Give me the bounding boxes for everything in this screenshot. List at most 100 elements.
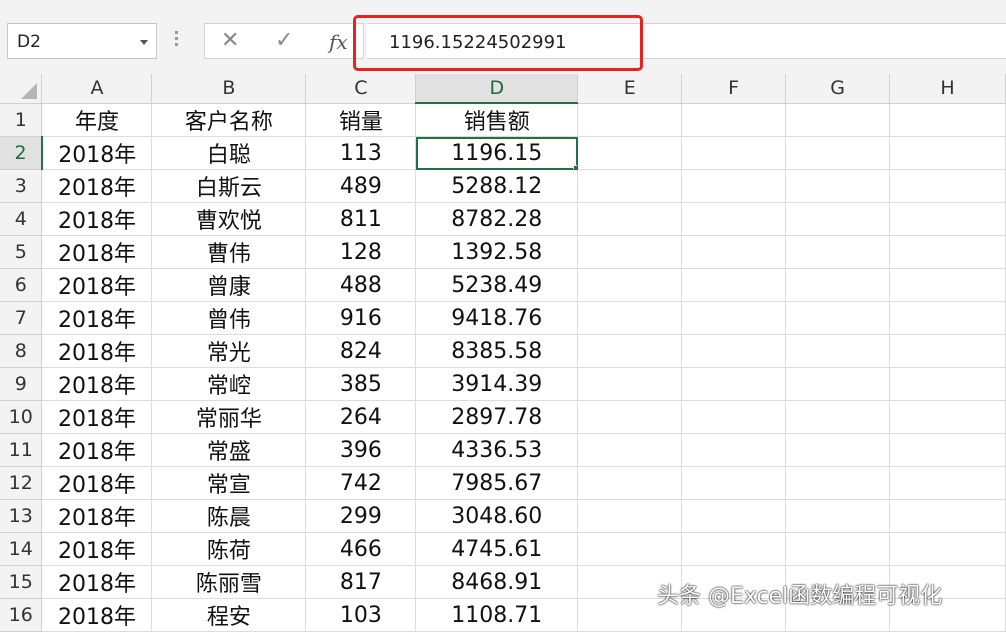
cell-g8[interactable]: [785, 334, 891, 368]
cell-h2[interactable]: [889, 136, 1006, 170]
cell-c5[interactable]: 128: [305, 235, 417, 269]
cell-c6[interactable]: 488: [305, 268, 417, 302]
row-header-9[interactable]: 9: [0, 367, 43, 401]
cell-b12[interactable]: 常宣: [151, 466, 307, 500]
row-header-7[interactable]: 7: [0, 301, 43, 335]
cell-f9[interactable]: [681, 367, 787, 401]
cell-b7[interactable]: 曾伟: [151, 301, 307, 335]
cell-d15[interactable]: 8468.91: [415, 565, 579, 599]
cell-b10[interactable]: 常丽华: [151, 400, 307, 434]
row-header-10[interactable]: 10: [0, 400, 43, 434]
cell-f7[interactable]: [681, 301, 787, 335]
drag-handle-icon[interactable]: [175, 28, 179, 54]
cell-f2[interactable]: [681, 136, 787, 170]
cell-b11[interactable]: 常盛: [151, 433, 307, 467]
cell-b8[interactable]: 常光: [151, 334, 307, 368]
cell-d2[interactable]: 1196.15: [415, 136, 579, 170]
check-icon[interactable]: ✓: [275, 28, 293, 53]
column-header-d[interactable]: D: [415, 74, 579, 104]
cell-c13[interactable]: 299: [305, 499, 417, 533]
row-header-13[interactable]: 13: [0, 499, 43, 533]
cell-a12[interactable]: 2018年: [41, 466, 153, 500]
cell-h12[interactable]: [889, 466, 1006, 500]
cell-c9[interactable]: 385: [305, 367, 417, 401]
cell-e10[interactable]: [577, 400, 683, 434]
cell-d16[interactable]: 1108.71: [415, 598, 579, 632]
cell-g6[interactable]: [785, 268, 891, 302]
row-header-3[interactable]: 3: [0, 169, 43, 203]
row-header-8[interactable]: 8: [0, 334, 43, 368]
cell-e14[interactable]: [577, 532, 683, 566]
cell-a6[interactable]: 2018年: [41, 268, 153, 302]
cell-a16[interactable]: 2018年: [41, 598, 153, 632]
cell-b2[interactable]: 白聪: [151, 136, 307, 170]
cell-g14[interactable]: [785, 532, 891, 566]
cell-a9[interactable]: 2018年: [41, 367, 153, 401]
fx-icon[interactable]: fx: [329, 30, 348, 54]
cell-c14[interactable]: 466: [305, 532, 417, 566]
cross-icon[interactable]: ✕: [221, 28, 239, 53]
cell-b15[interactable]: 陈丽雪: [151, 565, 307, 599]
cell-a4[interactable]: 2018年: [41, 202, 153, 236]
cell-e8[interactable]: [577, 334, 683, 368]
column-header-g[interactable]: G: [785, 74, 891, 104]
cell-h7[interactable]: [889, 301, 1006, 335]
cell-e12[interactable]: [577, 466, 683, 500]
cell-g11[interactable]: [785, 433, 891, 467]
cell-c4[interactable]: 811: [305, 202, 417, 236]
cell-e1[interactable]: [577, 103, 683, 137]
cell-h6[interactable]: [889, 268, 1006, 302]
cell-e13[interactable]: [577, 499, 683, 533]
cell-d8[interactable]: 8385.58: [415, 334, 579, 368]
cell-g3[interactable]: [785, 169, 891, 203]
cell-a10[interactable]: 2018年: [41, 400, 153, 434]
cell-d13[interactable]: 3048.60: [415, 499, 579, 533]
cell-a8[interactable]: 2018年: [41, 334, 153, 368]
cell-f11[interactable]: [681, 433, 787, 467]
cell-c3[interactable]: 489: [305, 169, 417, 203]
cell-h13[interactable]: [889, 499, 1006, 533]
column-header-c[interactable]: C: [305, 74, 417, 104]
cell-g13[interactable]: [785, 499, 891, 533]
cell-h14[interactable]: [889, 532, 1006, 566]
row-header-2[interactable]: 2: [0, 136, 43, 170]
cell-d4[interactable]: 8782.28: [415, 202, 579, 236]
cell-g12[interactable]: [785, 466, 891, 500]
cell-h8[interactable]: [889, 334, 1006, 368]
cell-g2[interactable]: [785, 136, 891, 170]
cell-b9[interactable]: 常崆: [151, 367, 307, 401]
cell-h5[interactable]: [889, 235, 1006, 269]
row-header-11[interactable]: 11: [0, 433, 43, 467]
cell-h3[interactable]: [889, 169, 1006, 203]
cell-d12[interactable]: 7985.67: [415, 466, 579, 500]
row-header-6[interactable]: 6: [0, 268, 43, 302]
cell-g10[interactable]: [785, 400, 891, 434]
cell-g9[interactable]: [785, 367, 891, 401]
cell-c1[interactable]: 销量: [305, 103, 417, 137]
cell-b1[interactable]: 客户名称: [151, 103, 307, 137]
cell-e2[interactable]: [577, 136, 683, 170]
cell-h4[interactable]: [889, 202, 1006, 236]
cell-b3[interactable]: 白斯云: [151, 169, 307, 203]
cell-d5[interactable]: 1392.58: [415, 235, 579, 269]
cell-e11[interactable]: [577, 433, 683, 467]
cell-d7[interactable]: 9418.76: [415, 301, 579, 335]
cell-d6[interactable]: 5238.49: [415, 268, 579, 302]
cell-h11[interactable]: [889, 433, 1006, 467]
cell-b6[interactable]: 曾康: [151, 268, 307, 302]
cell-a13[interactable]: 2018年: [41, 499, 153, 533]
cell-f6[interactable]: [681, 268, 787, 302]
cell-e7[interactable]: [577, 301, 683, 335]
cell-c12[interactable]: 742: [305, 466, 417, 500]
cell-a11[interactable]: 2018年: [41, 433, 153, 467]
cell-d10[interactable]: 2897.78: [415, 400, 579, 434]
cell-d3[interactable]: 5288.12: [415, 169, 579, 203]
cell-e5[interactable]: [577, 235, 683, 269]
cell-e9[interactable]: [577, 367, 683, 401]
row-header-1[interactable]: 1: [0, 103, 43, 137]
cell-h10[interactable]: [889, 400, 1006, 434]
cell-c15[interactable]: 817: [305, 565, 417, 599]
row-header-16[interactable]: 16: [0, 598, 43, 632]
column-header-h[interactable]: H: [889, 74, 1006, 104]
cell-a15[interactable]: 2018年: [41, 565, 153, 599]
